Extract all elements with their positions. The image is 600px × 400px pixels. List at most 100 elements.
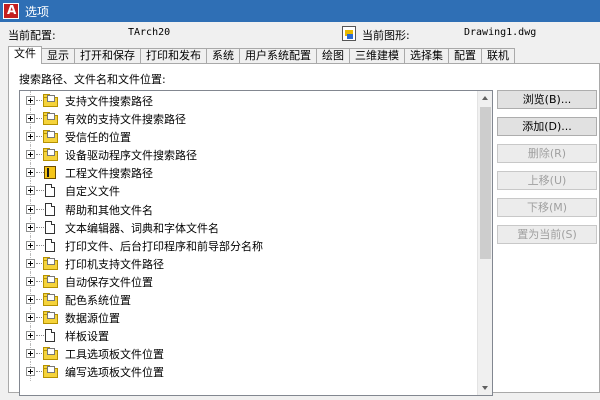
file-locations-tree[interactable]: 支持文件搜索路径有效的支持文件搜索路径 受信任的位置设备驱动程序文件搜索路径 工程文… xyxy=(19,90,493,396)
tree-item-label: 打印文件、后台打印程序和前导部分名称 xyxy=(65,239,263,253)
scroll-down-arrow-icon[interactable] xyxy=(478,380,492,395)
tab-3d-modeling[interactable]: 三维建模 xyxy=(349,48,405,64)
tree-item-label: 工具选项板文件位置 xyxy=(65,348,164,362)
document-icon xyxy=(45,238,55,252)
move-down-button[interactable]: 下移(M) xyxy=(497,198,597,217)
expand-plus-icon[interactable] xyxy=(26,276,35,286)
tree-scrollbar[interactable] xyxy=(477,91,492,395)
scroll-up-arrow-icon[interactable] xyxy=(478,91,492,106)
tab-profiles[interactable]: 配置 xyxy=(448,48,482,64)
scroll-thumb[interactable] xyxy=(480,107,491,259)
tab-files[interactable]: 文件 xyxy=(8,46,42,64)
tree-connector xyxy=(36,208,44,210)
tab-drafting[interactable]: 绘图 xyxy=(316,48,350,64)
expand-plus-icon[interactable] xyxy=(26,313,35,323)
browse-button[interactable]: 浏览(B)... xyxy=(497,90,597,109)
tree-item[interactable]: 受信任的位置 xyxy=(20,127,492,146)
tree-item[interactable]: 工程文件搜索路径 xyxy=(20,163,492,182)
tree-item-label: 支持文件搜索路径 xyxy=(65,95,153,108)
title-bar: 选项 xyxy=(0,0,600,22)
folder-icon xyxy=(43,112,59,126)
tree-item[interactable]: 文本编辑器、词典和字体文件名 xyxy=(20,217,492,236)
tree-item-label: 数据源位置 xyxy=(65,312,120,326)
folder-icon xyxy=(43,148,59,162)
tab-user-preferences[interactable]: 用户系统配置 xyxy=(239,48,317,64)
tree-item[interactable]: 支持文件搜索路径 xyxy=(20,91,492,110)
tree-connector xyxy=(36,190,44,192)
drawing-file-icon xyxy=(342,26,356,41)
set-current-button[interactable]: 置为当前(S) xyxy=(497,225,597,244)
tree-connector xyxy=(36,172,44,174)
tree-item-label: 配色系统位置 xyxy=(65,294,131,308)
remove-button[interactable]: 删除(R) xyxy=(497,144,597,163)
document-icon xyxy=(45,202,55,216)
tab-open-and-save[interactable]: 打开和保存 xyxy=(74,48,141,64)
current-profile-label: 当前配置: xyxy=(8,29,56,42)
expand-plus-icon[interactable] xyxy=(26,150,35,160)
tree-item-label: 自定义文件 xyxy=(65,185,120,199)
current-drawing-label: 当前图形: xyxy=(362,29,410,42)
autocad-app-icon xyxy=(3,3,19,19)
tree-item[interactable]: 自动保存文件位置 xyxy=(20,271,492,291)
tree-connector xyxy=(36,244,44,246)
search-paths-section-label: 搜索路径、文件名和文件位置: xyxy=(19,73,166,86)
expand-plus-icon[interactable] xyxy=(26,295,35,305)
add-button[interactable]: 添加(D)... xyxy=(497,117,597,136)
expand-plus-icon[interactable] xyxy=(26,96,35,105)
tree-item[interactable]: 样板设置 xyxy=(20,326,492,345)
tree-item-label: 打印机支持文件路径 xyxy=(65,257,164,271)
current-drawing-value: Drawing1.dwg xyxy=(464,27,537,38)
tab-online[interactable]: 联机 xyxy=(481,48,515,64)
tab-plot-and-publish[interactable]: 打印和发布 xyxy=(140,48,207,64)
document-icon xyxy=(45,184,55,198)
tab-display[interactable]: 显示 xyxy=(41,48,75,64)
expand-plus-icon[interactable] xyxy=(26,349,35,359)
expand-plus-icon[interactable] xyxy=(26,258,35,268)
folder-icon xyxy=(43,311,59,325)
expand-plus-icon[interactable] xyxy=(26,114,35,124)
tree-connector xyxy=(36,335,44,337)
expand-plus-icon[interactable] xyxy=(26,240,35,250)
window-title: 选项 xyxy=(25,4,50,19)
tab-system[interactable]: 系统 xyxy=(206,48,240,64)
folder-icon xyxy=(43,94,59,107)
document-icon xyxy=(45,329,55,343)
tree-item-label: 工程文件搜索路径 xyxy=(65,167,153,181)
expand-plus-icon[interactable] xyxy=(26,331,35,341)
tree-item-label: 有效的支持文件搜索路径 xyxy=(65,113,186,127)
tree-item[interactable]: 工具选项板文件位置 xyxy=(20,344,492,363)
book-icon xyxy=(44,166,56,180)
folder-icon xyxy=(43,256,59,270)
tree-item-label: 文本编辑器、词典和字体文件名 xyxy=(65,221,219,235)
tree-item-label: 帮助和其他文件名 xyxy=(65,203,153,217)
expand-plus-icon[interactable] xyxy=(26,204,35,214)
expand-plus-icon[interactable] xyxy=(26,186,35,196)
tree-item-label: 受信任的位置 xyxy=(65,131,131,145)
tree-item[interactable]: 打印机支持文件路径 xyxy=(20,253,492,272)
tree-item-label: 自动保存文件位置 xyxy=(65,275,153,289)
tab-selection[interactable]: 选择集 xyxy=(404,48,449,64)
tree-item[interactable]: 配色系统位置 xyxy=(20,290,492,309)
current-profile-value: TArch20 xyxy=(128,27,171,38)
tree-item[interactable]: 设备驱动程序文件搜索路径 xyxy=(20,145,492,164)
tree-item-label: 设备驱动程序文件搜索路径 xyxy=(65,149,197,163)
folder-icon xyxy=(43,130,59,144)
move-up-button[interactable]: 上移(U) xyxy=(497,171,597,190)
tree-item[interactable]: 编写选项板文件位置 xyxy=(20,362,492,381)
tree-item-label: 编写选项板文件位置 xyxy=(65,366,164,380)
tree-rows: 支持文件搜索路径有效的支持文件搜索路径 受信任的位置设备驱动程序文件搜索路径 工程文… xyxy=(20,91,492,381)
folder-icon xyxy=(43,365,59,379)
tree-item[interactable]: 数据源位置 xyxy=(20,308,492,327)
tree-item[interactable]: 有效的支持文件搜索路径 xyxy=(20,109,492,128)
tree-connector xyxy=(36,226,44,228)
expand-plus-icon[interactable] xyxy=(26,132,35,142)
expand-plus-icon[interactable] xyxy=(26,367,35,377)
options-tab-strip: 文件 显示 打开和保存 打印和发布 系统 用户系统配置 绘图 三维建模 选择集 … xyxy=(8,46,515,64)
tree-item[interactable]: 打印文件、后台打印程序和前导部分名称 xyxy=(20,235,492,254)
tree-item[interactable]: 自定义文件 xyxy=(20,181,492,200)
expand-plus-icon[interactable] xyxy=(26,168,35,178)
tree-item[interactable]: 帮助和其他文件名 xyxy=(20,199,492,218)
folder-icon xyxy=(43,347,59,361)
folder-icon xyxy=(43,274,59,288)
expand-plus-icon[interactable] xyxy=(26,222,35,232)
